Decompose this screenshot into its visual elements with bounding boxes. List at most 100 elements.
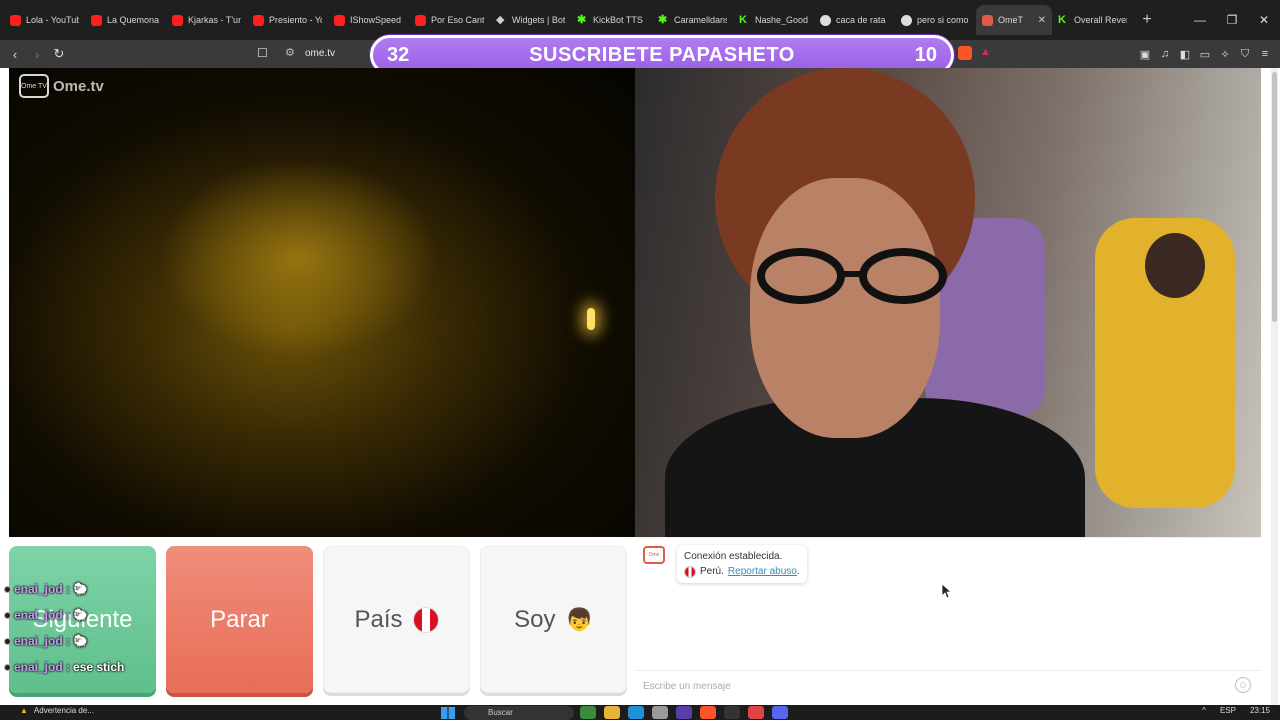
warning-icon: ▲ — [20, 706, 28, 715]
tab-ishowspeed[interactable]: IShowSpeed — [328, 5, 409, 35]
banner-left-count: 32 — [387, 43, 410, 66]
overlay-chat-line: enai_jod : ese stich — [4, 654, 164, 680]
message-input[interactable] — [643, 677, 1223, 695]
tab-por-eso-canto[interactable]: Por Eso Canto — [409, 5, 490, 35]
scrollbar-thumb[interactable] — [1272, 72, 1277, 322]
country-button-label: País — [354, 605, 403, 633]
taskbar-search[interactable]: Buscar — [464, 706, 574, 720]
gender-button[interactable]: Soy 👦 — [480, 546, 627, 693]
partner-country: Perú. — [700, 566, 724, 577]
discord-icon[interactable] — [772, 706, 788, 719]
wallet-icon[interactable]: ▭ — [1198, 48, 1212, 61]
folder-icon[interactable] — [604, 706, 620, 719]
chat-message: ese stich — [73, 660, 125, 674]
overlay-chat-line: enai_jod : 🐑 — [4, 628, 164, 654]
circle-icon — [901, 14, 912, 26]
windows-start-icon[interactable] — [441, 707, 455, 719]
video-doll-head — [1145, 233, 1205, 298]
new-tab-button[interactable]: + — [1133, 11, 1161, 29]
tab-nashe-good[interactable]: K Nashe_Good — [733, 5, 814, 35]
tab-caca-de-rata[interactable]: caca de rata — [814, 5, 895, 35]
brave-shield-icon[interactable] — [958, 46, 972, 60]
tab-ometv[interactable]: OmeT ✕ — [976, 5, 1052, 35]
remote-video: Ome TV Ome.tv — [9, 68, 635, 537]
site-settings-icon[interactable]: ⚙ — [285, 46, 295, 59]
overlay-chat-line: enai_jod : 🐑 — [4, 602, 164, 628]
video-glow — [159, 158, 439, 358]
taskbar-notification[interactable]: Advertencia de... — [34, 706, 94, 715]
tray-chevron-icon[interactable]: ^ — [1202, 706, 1206, 715]
back-icon[interactable]: ‹ — [6, 47, 24, 62]
chat-username: enai_jod : — [14, 608, 71, 622]
country-button[interactable]: País — [323, 546, 470, 693]
kick-icon: K — [739, 13, 747, 26]
system-message: Conexión establecida. Perú. Reportar abu… — [677, 545, 807, 583]
media-icon[interactable]: ♫ — [1158, 48, 1172, 60]
video-person-face — [750, 178, 940, 438]
emoji-icon[interactable]: ☺ — [1235, 677, 1251, 693]
app-icon[interactable] — [748, 706, 764, 719]
tab-kickbot[interactable]: ✱ KickBot TTS S — [571, 5, 652, 35]
forward-icon[interactable]: › — [28, 47, 46, 62]
rewards-icon[interactable]: ▲ — [980, 46, 991, 58]
gender-button-label: Soy — [514, 605, 556, 633]
local-video — [635, 68, 1261, 537]
app-icon[interactable] — [676, 706, 692, 719]
report-abuse-link[interactable]: Reportar abuso — [728, 566, 797, 577]
youtube-icon — [334, 14, 345, 26]
user-badge-icon — [4, 611, 11, 619]
store-icon[interactable] — [652, 706, 668, 719]
chat-username: enai_jod : — [14, 660, 71, 674]
window-controls: — ❐ ✕ — [1184, 0, 1280, 40]
ometv-icon — [982, 14, 993, 26]
maximize-icon[interactable]: ❐ — [1216, 0, 1248, 40]
input-language[interactable]: ESP — [1220, 706, 1236, 715]
close-tab-icon[interactable]: ✕ — [1038, 15, 1046, 26]
stop-button[interactable]: Parar — [166, 546, 313, 693]
sidebar-icon[interactable]: ◧ — [1178, 48, 1192, 61]
tab-lola[interactable]: Lola - YouTub — [4, 5, 85, 35]
obs-icon[interactable] — [724, 706, 740, 719]
peru-flag-icon — [684, 565, 696, 578]
kickbot-icon: ✱ — [577, 13, 587, 26]
address-bar[interactable]: ome.tv — [305, 48, 335, 59]
tab-kjarkas[interactable]: Kjarkas - T'un — [166, 5, 247, 35]
tab-caramelldans[interactable]: ✱ Caramelldans — [652, 5, 733, 35]
stream-chat-overlay: enai_jod : 🐑 enai_jod : 🐑 enai_jod : 🐑 enai… — [4, 576, 164, 680]
chat-message: 🐑 — [73, 634, 88, 648]
youtube-icon — [172, 14, 183, 26]
vpn-icon[interactable]: ⛉ — [1238, 48, 1252, 61]
banner-title: SUSCRIBETE PAPASHETO — [529, 43, 795, 66]
bookmark-icon[interactable]: ☐ — [257, 46, 268, 60]
kickbot-icon: ✱ — [658, 13, 668, 26]
system-message-title: Conexión establecida. — [684, 551, 783, 562]
menu-icon[interactable]: ≡ — [1258, 48, 1272, 60]
screenshot-icon[interactable]: ▣ — [1138, 48, 1152, 61]
brave-icon[interactable] — [700, 706, 716, 719]
tab-overall-rever[interactable]: K Overall Rever — [1052, 5, 1133, 35]
kick-icon: K — [1058, 13, 1066, 26]
tab-la-quemona[interactable]: La Quemona — [85, 5, 166, 35]
app-icon[interactable] — [580, 706, 596, 719]
ometv-tv-icon: Ome TV — [19, 74, 49, 98]
page-scrollbar[interactable] — [1271, 68, 1278, 705]
overlay-chat-line: enai_jod : 🐑 — [4, 576, 164, 602]
youtube-icon — [91, 14, 102, 26]
banner-right-count: 10 — [914, 43, 937, 66]
close-window-icon[interactable]: ✕ — [1248, 0, 1280, 40]
windows-taskbar: ▲ Advertencia de... Buscar ^ ESP 23:15 — [0, 705, 1280, 720]
reload-icon[interactable]: ↻ — [50, 46, 68, 62]
youtube-icon — [10, 14, 21, 26]
edge-icon[interactable] — [628, 706, 644, 719]
user-badge-icon — [4, 663, 11, 671]
boy-icon: 👦 — [565, 606, 593, 632]
tab-pero-si-como[interactable]: pero si como — [895, 5, 976, 35]
minimize-icon[interactable]: — — [1184, 0, 1216, 40]
tab-presiento[interactable]: Presiento - Yo — [247, 5, 328, 35]
leo-icon[interactable]: ✧ — [1218, 48, 1232, 61]
tab-widgets[interactable]: ◆ Widgets | Bot — [490, 5, 571, 35]
report-suffix: . — [796, 566, 800, 577]
chat-panel: Ome Conexión establecida. Perú. Reportar… — [635, 537, 1261, 705]
clock[interactable]: 23:15 — [1250, 706, 1270, 715]
video-lamp — [587, 308, 595, 330]
